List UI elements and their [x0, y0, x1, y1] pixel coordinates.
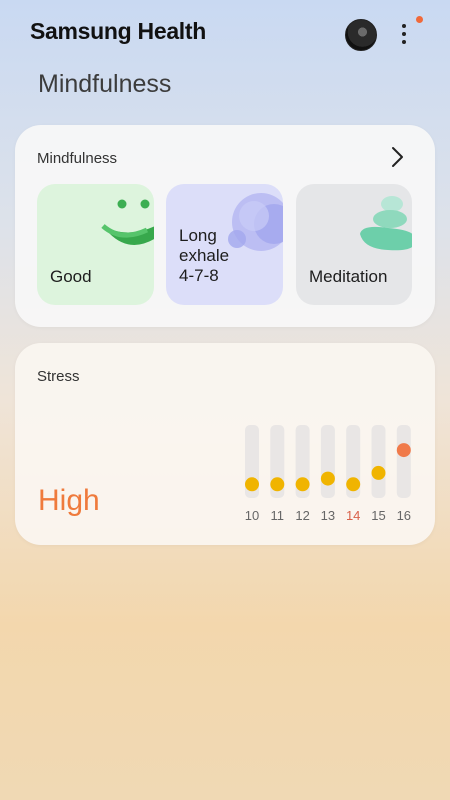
meditation-tile-label: Meditation	[309, 267, 388, 286]
mindfulness-card[interactable]: Mindfulness Good Long exhale 4-7-8 Medit…	[15, 125, 435, 327]
stress-chart: 10 11 12 13 14 15 16	[245, 425, 411, 523]
stress-tick-label: 11	[271, 508, 285, 523]
stress-tick-label: 14	[346, 508, 360, 523]
mood-tile-label: Good	[50, 267, 92, 286]
stress-card[interactable]: Stress High 10 11 12 13 14 15 16	[15, 343, 435, 545]
chevron-right-icon[interactable]	[385, 145, 409, 169]
more-options-icon[interactable]	[392, 20, 416, 48]
stress-track	[396, 425, 411, 498]
stress-card-title: Stress	[37, 368, 80, 385]
stress-point	[320, 471, 335, 486]
breathing-label-line: exhale	[179, 246, 230, 265]
stress-tick-label: 16	[397, 508, 411, 523]
profile-avatar[interactable]	[345, 19, 377, 51]
stress-point	[245, 477, 259, 492]
stress-point	[371, 465, 386, 480]
notification-dot	[416, 16, 423, 23]
stress-point	[270, 477, 285, 492]
stress-track	[320, 425, 335, 498]
stress-tick-label: 15	[371, 508, 385, 523]
app-title: Samsung Health	[30, 18, 207, 44]
breathing-label-line: 4-7-8	[179, 266, 219, 285]
stress-level: High	[38, 484, 100, 517]
stress-tick-label: 12	[295, 508, 309, 523]
mindfulness-card-title: Mindfulness	[37, 150, 118, 167]
page-title: Mindfulness	[38, 70, 172, 98]
stress-tick-label: 13	[321, 508, 335, 523]
stress-point	[346, 477, 361, 492]
stress-point	[396, 443, 411, 458]
meditation-tile[interactable]: Meditation	[296, 184, 412, 305]
breathing-label-line: Long	[179, 226, 217, 245]
stress-tick-label: 10	[245, 508, 259, 523]
app-bar: Samsung Health	[0, 0, 450, 68]
breathing-tile-label: Long exhale 4-7-8	[179, 226, 229, 286]
stress-track	[371, 425, 386, 498]
stress-point	[295, 477, 310, 492]
breathing-tile[interactable]: Long exhale 4-7-8	[166, 184, 283, 305]
mood-tile[interactable]: Good	[37, 184, 154, 305]
